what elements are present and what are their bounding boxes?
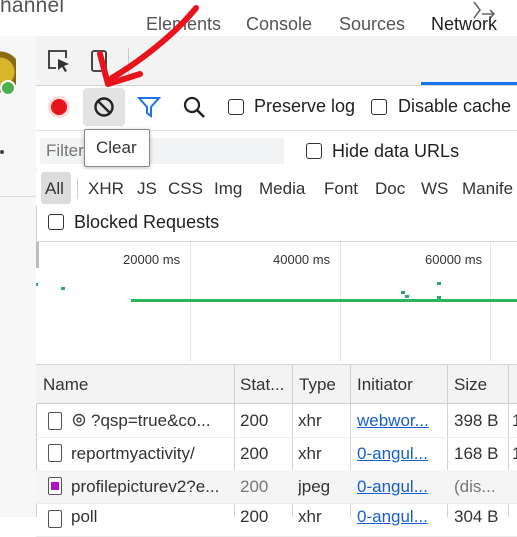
waterfall-mark [401, 291, 405, 294]
type-filter-font[interactable]: Font [324, 179, 358, 199]
record-icon[interactable] [51, 99, 67, 115]
request-name: reportmyactivity/ [71, 444, 195, 463]
request-size: 304 B [454, 507, 499, 526]
overview-tick-label: 40000 ms [273, 252, 331, 267]
tab-network[interactable]: Network [421, 0, 517, 49]
type-filter-css[interactable]: CSS [168, 179, 203, 199]
request-type: xhr [298, 507, 322, 526]
waterfall-mark [405, 295, 409, 298]
overview-gridline [340, 242, 341, 362]
request-name: profilepicturev2?e... [71, 477, 220, 496]
type-filter-manifest[interactable]: Manife [462, 179, 513, 199]
type-filter-js[interactable]: JS [137, 179, 157, 199]
page-title: hannel [0, 0, 65, 17]
active-tab-indicator [421, 82, 517, 85]
request-initiator-link[interactable]: 0-angul... [357, 444, 428, 464]
request-status: 200 [240, 411, 269, 430]
request-size: 168 B [454, 444, 499, 463]
waterfall-bar [131, 299, 517, 302]
waterfall-mark [437, 282, 441, 285]
request-status: 200 [240, 507, 269, 526]
preserve-log-checkbox[interactable] [228, 99, 244, 115]
overview-handle[interactable] [36, 242, 39, 268]
clear-icon[interactable] [93, 96, 115, 118]
tab-console[interactable]: Console [246, 0, 312, 49]
request-size: 398 B [454, 411, 499, 430]
type-filter-img[interactable]: Img [214, 179, 242, 199]
file-icon [48, 412, 62, 430]
request-name: ?qsp=true&co... [91, 411, 211, 430]
blocked-requests-label: Blocked Requests [74, 212, 220, 232]
disable-cache-checkbox[interactable] [371, 99, 387, 115]
request-name: poll [71, 507, 98, 526]
toolbar-divider [128, 48, 129, 74]
tab-elements[interactable]: Elements [146, 0, 221, 49]
column-initiator[interactable]: Initiator [357, 375, 413, 395]
type-filter-media[interactable]: Media [259, 179, 305, 199]
request-initiator-link[interactable]: 0-angul... [357, 477, 428, 497]
device-toolbar-icon[interactable] [91, 50, 107, 72]
disable-cache-label: Disable cache [398, 96, 512, 116]
more-icon[interactable] [0, 150, 4, 154]
column-type[interactable]: Type [299, 375, 336, 395]
request-extra: 1 [512, 411, 517, 430]
column-status[interactable]: Stat... [240, 375, 284, 395]
type-filter-ws[interactable]: WS [421, 179, 448, 199]
blocked-requests-checkbox[interactable] [48, 214, 64, 230]
column-name[interactable]: Name [43, 375, 88, 395]
request-initiator-link[interactable]: 0-angul... [357, 507, 428, 527]
image-icon [48, 477, 62, 495]
file-icon [48, 444, 62, 462]
file-icon [48, 510, 62, 528]
waterfall-mark [36, 283, 38, 286]
overview-tick-label: 20000 ms [123, 252, 181, 267]
request-status: 200 [240, 444, 269, 463]
filter-input[interactable] [40, 138, 284, 164]
tab-sources[interactable]: Sources [339, 0, 405, 49]
overview-gridline [490, 242, 491, 362]
request-initiator-link[interactable]: webwor... [357, 411, 429, 431]
hide-data-urls-label: Hide data URLs [332, 141, 460, 161]
type-filter-all[interactable]: All [45, 179, 64, 199]
request-type: jpeg [298, 477, 331, 496]
overview-tick-label: 60000 ms [425, 252, 483, 267]
filter-icon[interactable] [137, 96, 161, 118]
divider [0, 196, 36, 197]
request-size: (dis... [454, 477, 496, 496]
request-status: 200 [240, 477, 269, 496]
page-sidebar [0, 36, 37, 517]
inspect-element-icon[interactable] [46, 48, 72, 74]
type-filter-doc[interactable]: Doc [375, 179, 405, 199]
hide-data-urls-checkbox[interactable] [306, 143, 322, 159]
tooltip-text: Clear [96, 138, 137, 157]
type-filter-xhr[interactable]: XHR [88, 179, 124, 199]
waterfall-mark [61, 287, 65, 290]
waterfall-mark [437, 296, 441, 299]
preserve-log-label: Preserve log [254, 96, 356, 116]
request-type: xhr [298, 444, 322, 463]
type-divider [77, 179, 78, 199]
request-type: xhr [298, 411, 322, 430]
status-badge [0, 80, 16, 96]
overview-gridline [190, 242, 191, 362]
gear-icon [72, 413, 86, 427]
request-extra: 1 [512, 444, 517, 463]
search-icon[interactable] [182, 95, 206, 119]
column-size[interactable]: Size [454, 375, 487, 395]
